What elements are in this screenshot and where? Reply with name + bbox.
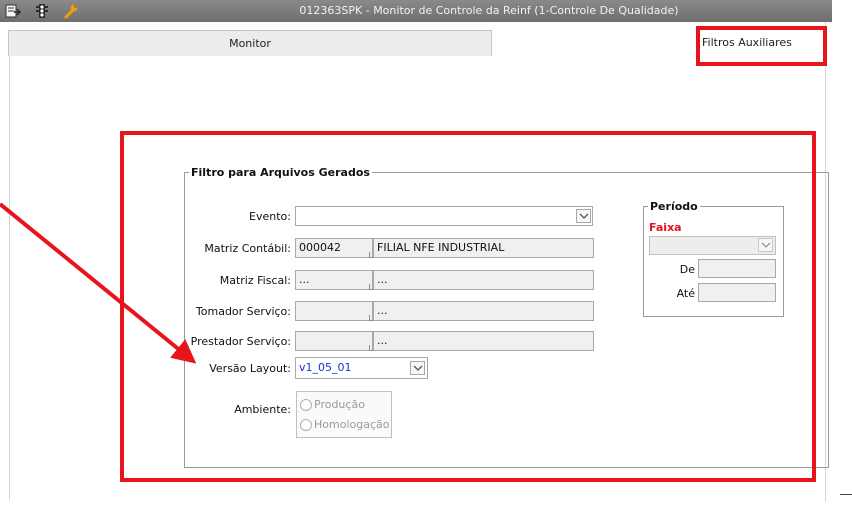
annotation-arrow-icon <box>0 202 197 364</box>
corner-tick <box>840 494 852 495</box>
